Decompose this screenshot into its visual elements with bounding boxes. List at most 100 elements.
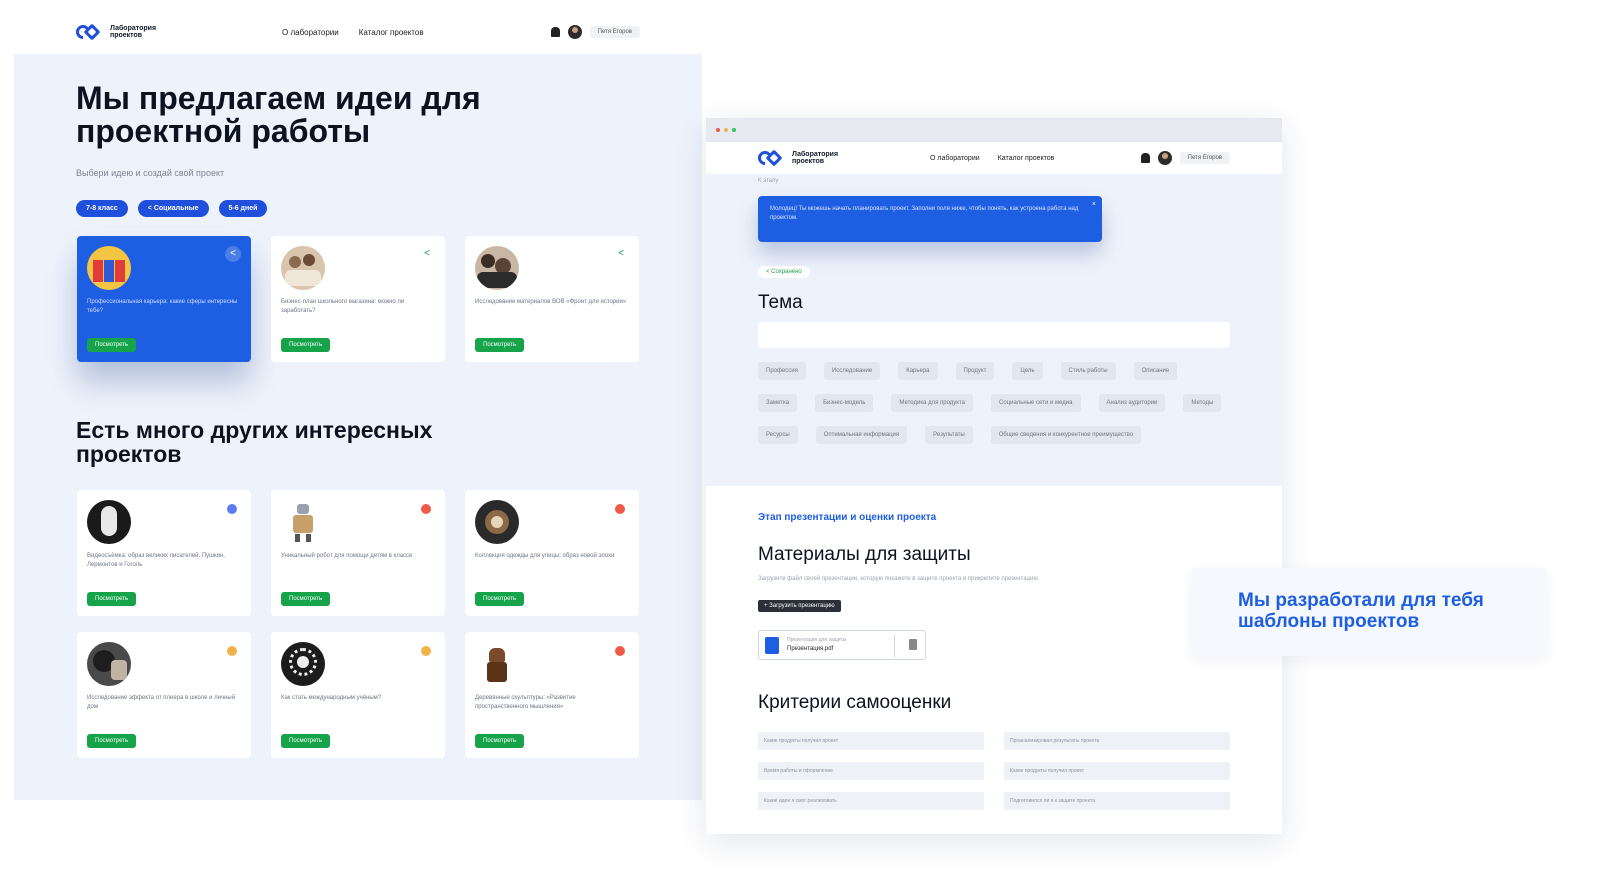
tag[interactable]: Общие сведения и конкурентное преимущест… [990,426,1142,444]
browser-chrome [706,118,1282,142]
tag[interactable]: Продукт [955,362,995,380]
hero-title: Мы предлагаем идеи для проектной работы [76,80,481,149]
featured-card[interactable]: < Бизнес-план школьного магазина: можно … [271,236,445,362]
tag[interactable]: Социальные сети и медиа [991,394,1081,412]
project-thumbnail [281,642,325,686]
card-description: Деревянные скульптуры: «Развитие простра… [475,695,576,710]
tag[interactable]: Исследование [823,362,881,380]
materials-description: Загрузите файл своей презентации, котору… [758,576,1038,582]
featured-card[interactable]: < Исследование материалов ВОВ «Фронт для… [465,236,639,362]
nav-link-catalog[interactable]: Каталог проектов [998,155,1055,162]
filter-pill-social[interactable]: < Социальные [137,200,209,217]
view-button[interactable]: Посмотреть [87,338,137,352]
project-card[interactable]: Коллекция одежды для улицы: образ новой … [465,490,639,616]
tag[interactable]: Ресурсы [758,426,798,444]
tag[interactable]: Бизнес-модель [815,394,874,412]
criteria-item[interactable]: Проанализировал результаты проекта [1004,732,1230,750]
logo[interactable]: Лаборатория проектов [755,148,852,168]
view-button[interactable]: Посмотреть [475,338,525,352]
tag[interactable]: Профессия [758,362,806,380]
filter-pill-duration[interactable]: 5-6 дней [218,200,268,217]
tag[interactable]: Стиль работы [1060,362,1116,380]
user-box: Петя Егоров [550,25,640,39]
tag[interactable]: Оптимальная информация [815,426,908,444]
document-icon [765,637,779,654]
card-description: Профессиональная карьера: какие сферы ин… [87,299,238,314]
view-button[interactable]: Посмотреть [281,338,331,352]
logo[interactable]: Лаборатория проектов [73,22,170,42]
hero-subtitle: Выбери идею и создай свой проект [76,168,225,178]
view-button[interactable]: Посмотреть [475,592,525,606]
tag[interactable]: Анализ аудитории [1098,394,1166,412]
maximize-dot[interactable] [732,128,736,132]
nav-link-catalog[interactable]: Каталог проектов [359,28,424,37]
bell-icon[interactable] [550,27,560,37]
nav-link-about[interactable]: О лаборатории [282,28,339,37]
user-name[interactable]: Петя Егоров [589,26,640,38]
saved-chip[interactable]: < Сохранено [758,266,810,278]
uploaded-file[interactable]: Презентация для защиты Презентация.pdf [758,630,926,660]
callout-text: Мы разработали для тебя шаблоны проектов [1238,590,1484,632]
featured-card[interactable]: < Профессиональная карьера: какие сферы … [77,236,251,362]
criteria-item[interactable]: Какие продукты получил проект [758,732,984,750]
project-thumbnail [475,246,519,290]
catalog-page-mock: Лаборатория проектов О лаборатории Катал… [14,10,702,800]
share-icon[interactable]: < [419,246,435,262]
breadcrumb[interactable]: К этапу [758,178,778,184]
tag[interactable]: Методика для продукта [891,394,973,412]
logo-text: Лаборатория проектов [792,151,839,165]
top-navbar: Лаборатория проектов О лаборатории Катал… [706,142,1282,174]
project-card[interactable]: Исследование эффекта от плеера в школе и… [77,632,251,758]
share-icon[interactable]: < [225,246,241,262]
category-dot [615,646,625,656]
tag[interactable]: Методы [1183,394,1222,412]
file-label: Презентация для защиты [787,637,847,643]
filter-pill-grade[interactable]: 7-8 класс [76,200,128,217]
topic-input[interactable] [758,322,1230,348]
view-button[interactable]: Посмотреть [87,734,137,748]
callout-box: Мы разработали для тебя шаблоны проектов [1192,568,1546,656]
project-card[interactable]: Видеосъёмка: образ великих писателей. Пу… [77,490,251,616]
view-button[interactable]: Посмотреть [281,592,331,606]
view-button[interactable]: Посмотреть [475,734,525,748]
criteria-item[interactable]: Подготовился ли я к защите проекта [1004,792,1230,810]
project-thumbnail [87,500,131,544]
view-button[interactable]: Посмотреть [87,592,137,606]
tag[interactable]: Результаты [925,426,973,444]
avatar[interactable] [1157,151,1172,165]
criteria-item[interactable]: Какие идеи я смог реализовать [758,792,984,810]
bell-icon[interactable] [1140,153,1150,163]
card-description: Бизнес-план школьного магазина: можно ли… [281,299,405,314]
tag[interactable]: Цель [1012,362,1043,380]
trash-icon[interactable] [909,639,917,650]
avatar[interactable] [567,25,582,39]
upload-button[interactable]: + Загрузить презентацию [758,600,841,612]
project-editor-mock: Лаборатория проектов О лаборатории Катал… [706,118,1282,834]
tag[interactable]: Заметка [758,394,798,412]
share-icon[interactable]: < [613,246,629,262]
info-toast: Молодец! Ты можешь начать планировать пр… [758,196,1102,242]
card-description: Уникальный робот для помощи детям в клас… [281,553,413,559]
card-description: Как стать международным учёным? [281,695,382,701]
project-thumbnail [281,500,325,544]
stage-label[interactable]: Этап презентации и оценки проекта [758,512,936,523]
user-name[interactable]: Петя Егоров [1179,152,1230,164]
tag[interactable]: Описание [1133,362,1178,380]
project-thumbnail [87,246,131,290]
section-title: Есть много других интересных проектов [76,417,433,467]
project-card[interactable]: Как стать международным учёным? Посмотре… [271,632,445,758]
criteria-item[interactable]: Время работы и оформление [758,762,984,780]
close-dot[interactable] [716,128,720,132]
close-icon[interactable]: × [1092,200,1096,209]
project-card[interactable]: Деревянные скульптуры: «Развитие простра… [465,632,639,758]
tag-cloud: Профессия Исследование Карьера Продукт Ц… [758,362,1230,444]
tag[interactable]: Карьера [898,362,938,380]
toast-text: Молодец! Ты можешь начать планировать пр… [770,206,1079,221]
project-card[interactable]: Уникальный робот для помощи детям в клас… [271,490,445,616]
nav-link-about[interactable]: О лаборатории [930,155,980,162]
minimize-dot[interactable] [724,128,728,132]
criteria-title: Критерии самооценки [758,692,952,713]
criteria-item[interactable]: Какие продукты получил проект [1004,762,1230,780]
nav-links: О лаборатории Каталог проектов [930,155,1054,162]
view-button[interactable]: Посмотреть [281,734,331,748]
